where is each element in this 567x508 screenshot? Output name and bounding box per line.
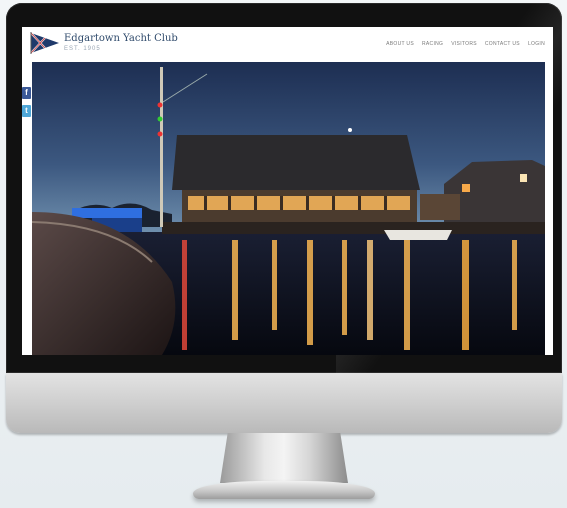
- monitor-stand-base: [193, 481, 375, 499]
- harbor-night-photo: [32, 67, 545, 355]
- monitor-stand-neck: [220, 433, 348, 483]
- site-tagline: EST. 1905: [64, 46, 101, 52]
- nav-login[interactable]: LOGIN: [528, 41, 545, 47]
- burgee-logo-icon[interactable]: [30, 32, 60, 54]
- nav-about-us[interactable]: ABOUT US: [386, 41, 414, 47]
- hero-carousel-image[interactable]: [32, 62, 545, 355]
- monitor-chin: [6, 373, 562, 433]
- main-nav: ABOUT US RACING VISITORS CONTACT US LOGI…: [386, 41, 545, 47]
- site-name[interactable]: Edgartown Yacht Club: [64, 33, 178, 44]
- nav-racing[interactable]: RACING: [422, 41, 443, 47]
- monitor-screen: Edgartown Yacht Club EST. 1905 ABOUT US …: [22, 27, 553, 355]
- site-header: Edgartown Yacht Club EST. 1905 ABOUT US …: [22, 27, 553, 62]
- nav-contact-us[interactable]: CONTACT US: [485, 41, 520, 47]
- facebook-icon[interactable]: f: [22, 87, 31, 99]
- twitter-icon[interactable]: t: [22, 105, 31, 117]
- nav-visitors[interactable]: VISITORS: [451, 41, 477, 47]
